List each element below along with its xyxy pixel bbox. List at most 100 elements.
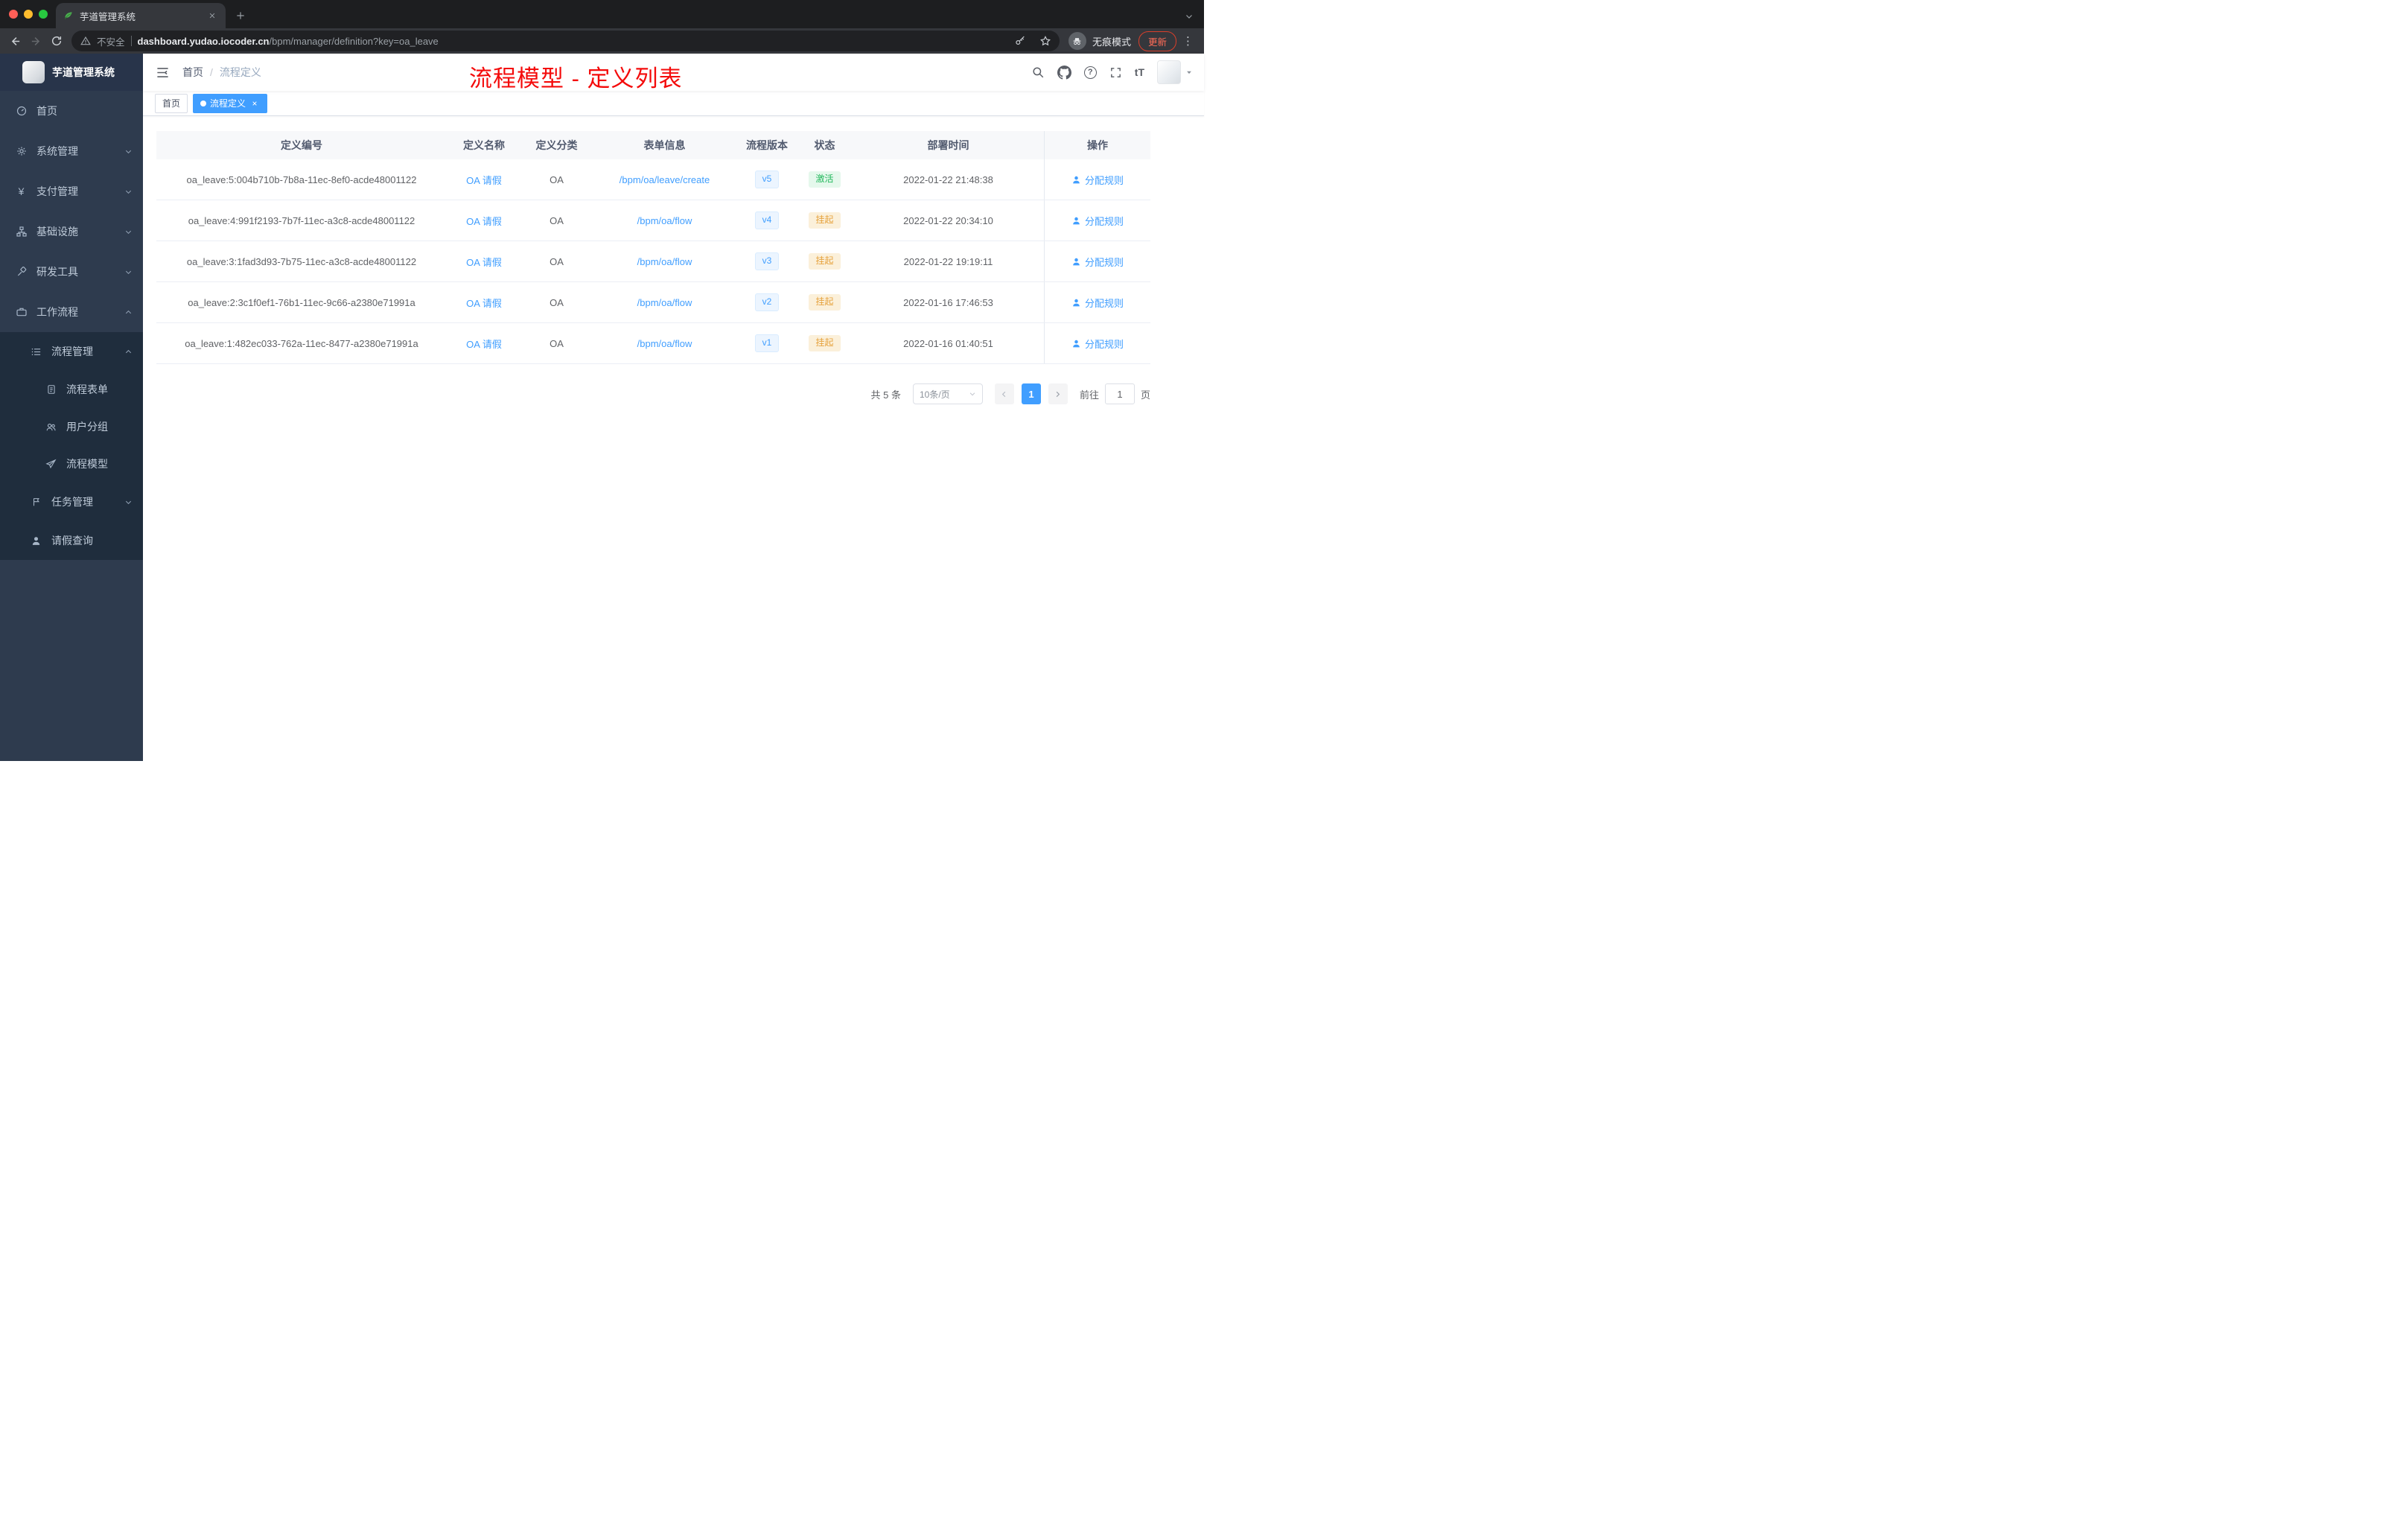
chevron-down-icon bbox=[124, 147, 133, 156]
security-label: 不安全 bbox=[97, 36, 125, 48]
form-link[interactable]: /bpm/oa/flow bbox=[637, 297, 692, 308]
dashboard-icon bbox=[15, 105, 28, 117]
minimize-window-button[interactable] bbox=[24, 10, 33, 19]
deploy-time: 2022-01-16 17:46:53 bbox=[903, 296, 993, 308]
url-host: dashboard.yudao.iocoder.cn bbox=[137, 35, 270, 47]
list-icon bbox=[30, 346, 42, 357]
form-link[interactable]: /bpm/oa/flow bbox=[637, 215, 692, 226]
font-size-icon[interactable]: tT bbox=[1135, 66, 1144, 78]
table-row: oa_leave:3:1fad3d93-7b75-11ec-a3c8-acde4… bbox=[156, 241, 1150, 282]
sidebar-item-user-group[interactable]: 用户分组 bbox=[0, 408, 143, 445]
chevron-down-icon bbox=[124, 498, 133, 506]
status-badge: 激活 bbox=[809, 171, 841, 188]
sidebar-item-workflow[interactable]: 工作流程 bbox=[0, 292, 143, 332]
close-window-button[interactable] bbox=[9, 10, 18, 19]
assign-rule-button[interactable]: 分配规则 bbox=[1071, 173, 1124, 187]
user-menu[interactable] bbox=[1157, 60, 1193, 84]
browser-menu-icon[interactable]: ⋮ bbox=[1176, 34, 1200, 48]
help-icon[interactable]: ? bbox=[1083, 66, 1097, 79]
column-header: 部署时间 bbox=[927, 139, 969, 151]
sidebar-item-home[interactable]: 首页 bbox=[0, 91, 143, 131]
sidebar-item-leave-query[interactable]: 请假查询 bbox=[0, 521, 143, 560]
sidebar-item-process-form[interactable]: 流程表单 bbox=[0, 371, 143, 408]
tag-close-icon[interactable] bbox=[249, 98, 260, 109]
pagination-total: 共 5 条 bbox=[870, 389, 901, 401]
assign-rule-button[interactable]: 分配规则 bbox=[1071, 255, 1124, 269]
assign-rule-label: 分配规则 bbox=[1084, 215, 1124, 227]
form-link[interactable]: /bpm/oa/flow bbox=[637, 256, 692, 267]
sidebar-item-label: 流程表单 bbox=[66, 383, 108, 395]
version-badge: v4 bbox=[754, 211, 780, 229]
sidebar-menu: 首页 系统管理 ¥ 支付管理 基础设施 研发工具 工作流程 流程管理 流程表单 … bbox=[0, 91, 143, 560]
assign-rule-label: 分配规则 bbox=[1084, 256, 1124, 268]
password-key-icon[interactable] bbox=[1010, 31, 1030, 51]
github-icon[interactable] bbox=[1057, 65, 1071, 80]
bookmark-star-icon[interactable] bbox=[1036, 31, 1055, 51]
assign-rule-button[interactable]: 分配规则 bbox=[1071, 214, 1124, 228]
sidebar-item-process-management[interactable]: 流程管理 bbox=[0, 332, 143, 371]
avatar[interactable] bbox=[1157, 60, 1181, 84]
url-path: /bpm/manager/definition?key=oa_leave bbox=[269, 35, 439, 47]
page-content: 定义编号 定义名称 定义分类 表单信息 流程版本 状态 部署时间 操作 oa_l… bbox=[143, 116, 1204, 761]
update-browser-button[interactable]: 更新 bbox=[1138, 31, 1176, 51]
deploy-time: 2022-01-22 20:34:10 bbox=[903, 214, 993, 226]
assign-rule-button[interactable]: 分配规则 bbox=[1071, 337, 1124, 351]
definition-name-link[interactable]: OA 请假 bbox=[466, 296, 502, 310]
tag-home[interactable]: 首页 bbox=[155, 93, 188, 113]
incognito-icon bbox=[1068, 32, 1086, 50]
tab-search-chevron-icon[interactable] bbox=[1185, 12, 1194, 21]
window-controls bbox=[9, 10, 48, 19]
tab-close-icon[interactable] bbox=[206, 10, 218, 22]
reload-button[interactable] bbox=[46, 31, 67, 51]
status-badge: 挂起 bbox=[809, 212, 841, 229]
deploy-time: 2022-01-22 21:48:38 bbox=[903, 173, 993, 185]
version-badge: v1 bbox=[754, 334, 780, 352]
caret-down-icon bbox=[1187, 71, 1191, 74]
search-icon[interactable] bbox=[1031, 66, 1045, 79]
tags-view-bar: 首页 流程定义 bbox=[143, 91, 1204, 116]
tree-structure-icon bbox=[15, 226, 28, 238]
sidebar-logo[interactable]: 芋道管理系统 bbox=[0, 54, 143, 91]
breadcrumb-home[interactable]: 首页 bbox=[182, 65, 203, 80]
sidebar-item-dev-tools[interactable]: 研发工具 bbox=[0, 252, 143, 292]
tag-process-definition[interactable]: 流程定义 bbox=[193, 93, 268, 113]
browser-tab[interactable]: 芋道管理系统 bbox=[56, 3, 226, 28]
assign-rule-label: 分配规则 bbox=[1084, 297, 1124, 309]
person-icon bbox=[1073, 340, 1080, 347]
definition-id: oa_leave:2:3c1f0ef1-76b1-11ec-9c66-a2380… bbox=[188, 296, 415, 308]
form-link[interactable]: /bpm/oa/leave/create bbox=[619, 174, 710, 185]
fullscreen-icon[interactable] bbox=[1109, 66, 1122, 79]
definition-name-link[interactable]: OA 请假 bbox=[466, 337, 502, 351]
tag-label: 流程定义 bbox=[210, 98, 246, 109]
forward-button[interactable] bbox=[25, 31, 46, 51]
definition-name-link[interactable]: OA 请假 bbox=[466, 214, 502, 228]
table-body: oa_leave:5:004b710b-7b8a-11ec-8ef0-acde4… bbox=[156, 159, 1150, 364]
sidebar-item-system-management[interactable]: 系统管理 bbox=[0, 131, 143, 171]
gear-icon bbox=[15, 145, 28, 157]
back-button[interactable] bbox=[4, 31, 25, 51]
paper-plane-icon bbox=[45, 459, 57, 470]
page-size-select[interactable]: 10条/页 bbox=[912, 383, 983, 404]
version-badge: v2 bbox=[754, 293, 780, 311]
column-header: 定义分类 bbox=[535, 139, 578, 151]
maximize-window-button[interactable] bbox=[39, 10, 48, 19]
active-tag-dot bbox=[200, 100, 207, 106]
sidebar-item-process-model[interactable]: 流程模型 bbox=[0, 445, 143, 483]
sidebar-item-infrastructure[interactable]: 基础设施 bbox=[0, 211, 143, 252]
hamburger-icon[interactable] bbox=[154, 64, 171, 80]
prev-page-button[interactable] bbox=[994, 383, 1014, 404]
omnibox-divider bbox=[130, 36, 132, 46]
annotation-title: 流程模型 - 定义列表 bbox=[469, 66, 683, 92]
form-link[interactable]: /bpm/oa/flow bbox=[637, 338, 692, 349]
assign-rule-button[interactable]: 分配规则 bbox=[1071, 296, 1124, 310]
definition-name-link[interactable]: OA 请假 bbox=[466, 173, 502, 187]
next-page-button[interactable] bbox=[1048, 383, 1068, 404]
definition-name-link[interactable]: OA 请假 bbox=[466, 255, 502, 269]
sidebar-item-task-management[interactable]: 任务管理 bbox=[0, 483, 143, 521]
goto-page-input[interactable] bbox=[1104, 383, 1135, 404]
new-tab-button[interactable] bbox=[230, 5, 251, 26]
address-bar[interactable]: 不安全 dashboard.yudao.iocoder.cn/bpm/manag… bbox=[71, 31, 1060, 51]
status-badge: 挂起 bbox=[809, 253, 841, 270]
current-page-button[interactable]: 1 bbox=[1021, 383, 1041, 404]
sidebar-item-payment-management[interactable]: ¥ 支付管理 bbox=[0, 171, 143, 211]
